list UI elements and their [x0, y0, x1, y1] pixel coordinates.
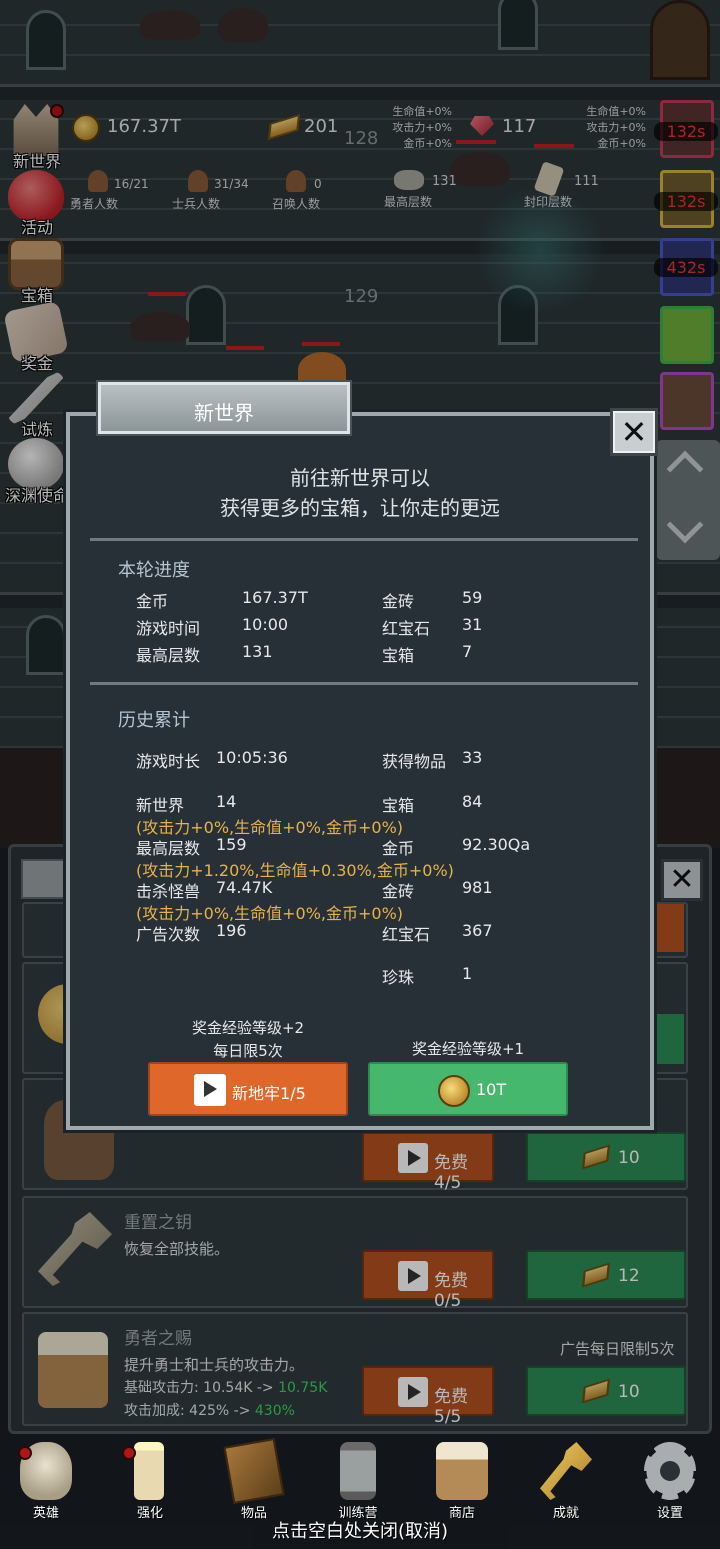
video-icon	[194, 1074, 226, 1106]
nav-hero[interactable]: 英雄	[6, 1440, 86, 1524]
dialog-close-button[interactable]: ✕	[610, 408, 658, 456]
history-label: 击杀怪兽	[136, 882, 201, 901]
history-value: 981	[462, 878, 493, 897]
nav-training[interactable]: 训练营	[318, 1440, 398, 1524]
round-value: 31	[462, 615, 483, 634]
history-label: 珍珠	[382, 968, 415, 987]
history-label: 游戏时长	[136, 752, 201, 771]
dialog-title: 新世界	[194, 401, 254, 425]
mug-icon	[436, 1442, 488, 1500]
round-value: 59	[462, 588, 483, 607]
nav-shop[interactable]: 商店	[422, 1440, 502, 1524]
history-value: 159	[216, 835, 247, 854]
history-value: 1	[462, 964, 473, 983]
history-label: 广告次数	[136, 925, 201, 944]
history-value: 33	[462, 748, 483, 767]
key-icon	[540, 1442, 592, 1500]
notification-dot	[122, 1446, 136, 1460]
history-value: 367	[462, 921, 493, 940]
history-value: 74.47K	[216, 878, 273, 897]
dialog-title-plate: 新世界	[98, 382, 350, 434]
round-label: 金砖	[382, 592, 415, 611]
history-label: 新世界	[136, 796, 185, 815]
round-value: 10:00	[242, 615, 289, 634]
history-label: 最高层数	[136, 839, 201, 858]
round-label: 金币	[136, 592, 169, 611]
history-value: 92.30Qa	[462, 835, 531, 854]
history-label: 宝箱	[382, 796, 415, 815]
history-label: 获得物品	[382, 752, 447, 771]
history-label: 金砖	[382, 882, 415, 901]
candle-icon	[134, 1442, 164, 1500]
history-label: 红宝石	[382, 925, 431, 944]
dialog-subtitle-1: 前往新世界可以	[290, 466, 430, 490]
round-label: 红宝石	[382, 619, 431, 638]
gold-coin-icon	[438, 1075, 470, 1107]
dungeon-daily-limit: 每日限5次	[213, 1042, 283, 1060]
history-value: 196	[216, 921, 247, 940]
history-value: 14	[216, 792, 237, 811]
divider	[90, 538, 638, 541]
history-label: 金币	[382, 839, 415, 858]
history-value: 84	[462, 792, 483, 811]
history-header: 历史累计	[118, 710, 190, 731]
new-dungeon-button[interactable]: 新地牢1/5	[148, 1062, 348, 1116]
close-hint: 点击空白处关闭(取消)	[271, 1521, 449, 1542]
gold-claim-label: 10T	[476, 1080, 507, 1099]
round-label: 游戏时间	[136, 619, 201, 638]
dungeon-reward-note: 奖金经验等级+2	[191, 1019, 305, 1037]
close-icon: ✕	[620, 413, 648, 451]
nav-items[interactable]: 物品	[214, 1437, 294, 1524]
history-value: 10:05:36	[216, 748, 288, 767]
nav-upgrade[interactable]: 强化	[110, 1440, 190, 1524]
nav-settings[interactable]: 设置	[630, 1440, 710, 1524]
round-value: 131	[242, 642, 273, 661]
round-value: 167.37T	[242, 588, 308, 607]
nav-achievements[interactable]: 成就	[526, 1440, 606, 1524]
book-icon	[223, 1437, 285, 1505]
new-dungeon-label: 新地牢1/5	[232, 1084, 306, 1103]
gold-claim-button[interactable]: 10T	[368, 1062, 568, 1116]
gear-icon	[644, 1442, 696, 1500]
divider	[90, 682, 638, 685]
round-progress-header: 本轮进度	[118, 560, 190, 581]
notification-dot	[18, 1446, 32, 1460]
dialog-subtitle-2: 获得更多的宝箱，让你走的更远	[220, 496, 500, 520]
lantern-icon	[340, 1442, 376, 1500]
round-value: 7	[462, 642, 473, 661]
gold-reward-note: 奖金经验等级+1	[411, 1040, 525, 1058]
round-label: 最高层数	[136, 646, 201, 665]
new-world-dialog: 前往新世界可以 获得更多的宝箱，让你走的更远 本轮进度 金币 167.37T 金…	[66, 412, 654, 1130]
round-label: 宝箱	[382, 646, 415, 665]
